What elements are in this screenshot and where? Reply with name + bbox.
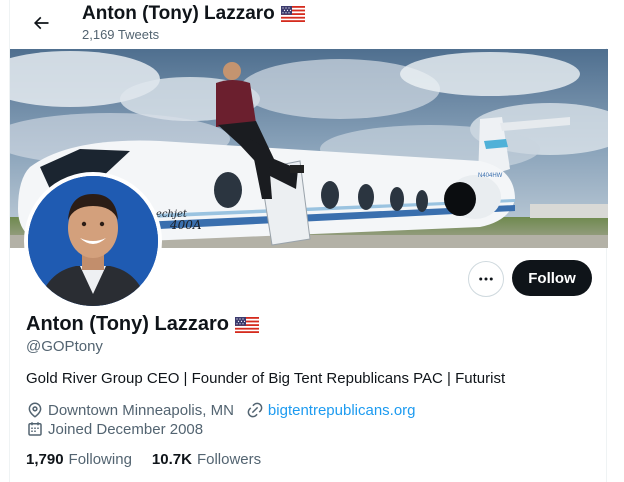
location-text: Downtown Minneapolis, MN bbox=[48, 401, 234, 419]
profile-location: Downtown Minneapolis, MN bbox=[26, 401, 234, 419]
banner-tail-text: N404HW bbox=[478, 173, 503, 179]
us-flag-icon bbox=[280, 6, 305, 22]
calendar-icon bbox=[28, 422, 42, 436]
back-button[interactable] bbox=[26, 8, 56, 38]
banner-nose-number: 400A bbox=[169, 218, 202, 232]
profile-meta-row: Downtown Minneapolis, MN bigtentrepublic… bbox=[26, 401, 428, 419]
profile-name: Anton (Tony) Lazzaro bbox=[26, 313, 259, 336]
followers-link[interactable]: 10.7K Followers bbox=[152, 451, 261, 468]
profile-website[interactable]: bigtentrepublicans.org bbox=[246, 401, 416, 419]
profile-avatar[interactable] bbox=[24, 172, 162, 310]
profile-joined: Joined December 2008 bbox=[26, 420, 203, 438]
ellipsis-icon bbox=[479, 277, 493, 281]
arrow-left-icon bbox=[33, 16, 49, 30]
avatar-image bbox=[28, 176, 158, 306]
tweet-count: 2,169 Tweets bbox=[82, 27, 160, 42]
profile-stats: 1,790 Following 10.7K Followers bbox=[26, 451, 281, 468]
profile-header: Anton (Tony) Lazzaro 2,169 Tweets bbox=[10, 0, 608, 48]
profile-name-text: Anton (Tony) Lazzaro bbox=[26, 313, 229, 335]
joined-text: Joined December 2008 bbox=[48, 420, 204, 438]
profile-joined-row: Joined December 2008 bbox=[26, 420, 215, 438]
profile-column: Anton (Tony) Lazzaro 2,169 Tweets eechje… bbox=[9, 0, 608, 482]
profile-bio: Gold River Group CEO | Founder of Big Te… bbox=[26, 370, 506, 387]
header-name-text: Anton (Tony) Lazzaro bbox=[82, 3, 275, 24]
following-link[interactable]: 1,790 Following bbox=[26, 451, 132, 468]
link-icon bbox=[247, 402, 263, 418]
profile-handle: @GOPtony bbox=[26, 338, 103, 355]
following-count: 1,790 bbox=[26, 451, 64, 468]
following-label: Following bbox=[68, 451, 132, 468]
follow-button[interactable]: Follow bbox=[512, 260, 592, 296]
header-title: Anton (Tony) Lazzaro bbox=[82, 3, 305, 25]
more-options-button[interactable] bbox=[468, 261, 504, 297]
followers-label: Followers bbox=[196, 451, 262, 468]
us-flag-icon bbox=[234, 316, 259, 333]
location-pin-icon bbox=[28, 402, 42, 418]
followers-count: 10.7K bbox=[151, 451, 192, 468]
website-link[interactable]: bigtentrepublicans.org bbox=[268, 402, 416, 419]
